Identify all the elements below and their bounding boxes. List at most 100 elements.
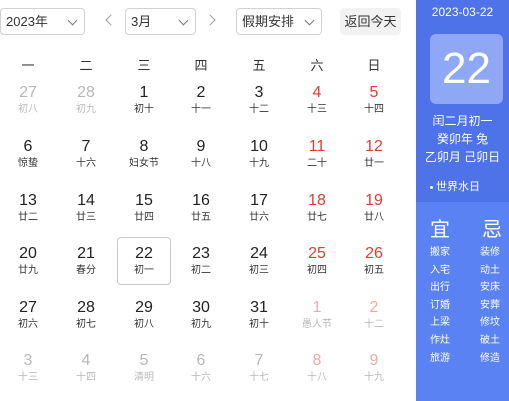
day-number: 11 <box>308 138 326 155</box>
day-number: 27 <box>19 299 37 316</box>
day-cell[interactable]: 15 廿四 <box>117 184 171 232</box>
day-cell[interactable]: 3 十二 <box>232 76 286 124</box>
day-number: 3 <box>23 352 33 369</box>
selected-day-number: 22 <box>430 34 503 104</box>
lunar-label: 初九 <box>76 104 96 115</box>
day-cell[interactable]: 11 二十 <box>290 130 344 178</box>
calendar-grid: 27 初八 28 初九 1 初十 2 十一 3 十二 4 十三 5 十四 6 惊蛰 7 十六 8 妇女节 9 十八 10 十九… <box>0 0 416 401</box>
day-cell[interactable]: 30 初九 <box>174 291 228 339</box>
day-number: 6 <box>196 352 206 369</box>
lunar-label: 初三 <box>249 265 269 276</box>
day-cell[interactable]: 8 十八 <box>290 344 344 392</box>
lunar-label: 初四 <box>307 265 327 276</box>
day-cell[interactable]: 2 十二 <box>347 291 401 339</box>
day-cell[interactable]: 4 十四 <box>59 344 113 392</box>
day-cell[interactable]: 21 春分 <box>59 237 113 285</box>
yi-item: 上梁 <box>430 317 450 329</box>
lunar-label: 十四 <box>76 372 96 383</box>
day-number: 20 <box>19 245 37 262</box>
day-cell[interactable]: 9 十九 <box>347 344 401 392</box>
day-cell[interactable]: 26 初五 <box>347 237 401 285</box>
day-cell[interactable]: 27 初八 <box>1 76 55 124</box>
lunar-label: 廿四 <box>134 212 154 223</box>
day-number: 13 <box>19 192 37 209</box>
day-cell[interactable]: 8 妇女节 <box>117 130 171 178</box>
day-cell[interactable]: 19 廿八 <box>347 184 401 232</box>
lunar-label: 廿八 <box>364 212 384 223</box>
day-cell[interactable]: 28 初九 <box>59 76 113 124</box>
lunar-label: 廿一 <box>364 158 384 169</box>
lunar-label: 十二 <box>249 104 269 115</box>
lunar-label: 妇女节 <box>129 158 159 169</box>
day-cell[interactable]: 31 初十 <box>232 291 286 339</box>
lunar-label: 初八 <box>18 104 38 115</box>
day-cell[interactable]: 18 廿七 <box>290 184 344 232</box>
lunar-label: 初十 <box>249 319 269 330</box>
date-detail-panel: 2023-03-22 22 闰二月初一 癸卯年 兔 乙卯月 己卯日 世界水日 宜… <box>416 0 509 401</box>
ji-item: 动土 <box>480 264 500 276</box>
lunar-label: 初六 <box>18 319 38 330</box>
day-cell[interactable]: 6 惊蛰 <box>1 130 55 178</box>
day-cell[interactable]: 9 十八 <box>174 130 228 178</box>
day-cell[interactable]: 27 初六 <box>1 291 55 339</box>
day-cell[interactable]: 28 初七 <box>59 291 113 339</box>
lunar-label: 十三 <box>18 372 38 383</box>
day-cell[interactable]: 5 十四 <box>347 76 401 124</box>
day-cell[interactable]: 10 十九 <box>232 130 286 178</box>
lunar-label: 十七 <box>249 372 269 383</box>
lunar-label: 初十 <box>134 104 154 115</box>
day-cell[interactable]: 6 十六 <box>174 344 228 392</box>
day-cell[interactable]: 1 初十 <box>117 76 171 124</box>
yi-list: 搬家 入宅 出行 订婚 上梁 作灶 旅游 <box>430 244 460 367</box>
day-number: 23 <box>192 245 210 262</box>
lunar-label: 清明 <box>134 372 154 383</box>
lunar-label: 初九 <box>191 319 211 330</box>
day-cell[interactable]: 4 十三 <box>290 76 344 124</box>
day-number: 4 <box>81 352 91 369</box>
ji-item: 安床 <box>480 282 500 294</box>
ji-title: 忌 <box>482 219 502 241</box>
lunar-label: 十六 <box>76 158 96 169</box>
day-number: 2 <box>196 84 206 101</box>
day-number: 29 <box>135 299 153 316</box>
lunar-label: 惊蛰 <box>18 158 38 169</box>
day-number: 7 <box>254 352 264 369</box>
day-cell[interactable]: 25 初四 <box>290 237 344 285</box>
day-cell[interactable]: 2 十一 <box>174 76 228 124</box>
day-cell[interactable]: 1 愚人节 <box>290 291 344 339</box>
day-cell[interactable]: 23 初二 <box>174 237 228 285</box>
yi-item: 作灶 <box>430 334 450 346</box>
day-cell[interactable]: 14 廿三 <box>59 184 113 232</box>
lunar-label: 廿九 <box>18 265 38 276</box>
day-number: 28 <box>77 299 95 316</box>
lunar-label: 廿六 <box>249 212 269 223</box>
day-cell[interactable]: 20 廿九 <box>1 237 55 285</box>
yi-item: 入宅 <box>430 264 450 276</box>
lunar-label: 廿五 <box>191 212 211 223</box>
lunar-label: 十八 <box>191 158 211 169</box>
lunar-label: 初二 <box>191 265 211 276</box>
day-number: 25 <box>308 245 326 262</box>
day-cell[interactable]: 13 廿二 <box>1 184 55 232</box>
selected-date: 2023-03-22 <box>431 5 494 19</box>
day-number: 30 <box>192 299 210 316</box>
day-number: 8 <box>139 138 149 155</box>
day-cell[interactable]: 7 十七 <box>232 344 286 392</box>
day-cell[interactable]: 7 十六 <box>59 130 113 178</box>
day-cell[interactable]: 12 廿一 <box>347 130 401 178</box>
lunar-year: 癸卯年 兔 <box>436 132 489 146</box>
lunar-label: 十九 <box>249 158 269 169</box>
lunar-label: 廿三 <box>76 212 96 223</box>
day-cell[interactable]: 24 初三 <box>232 237 286 285</box>
lunar-label: 廿二 <box>18 212 38 223</box>
day-cell[interactable]: 5 清明 <box>117 344 171 392</box>
day-number: 1 <box>312 299 322 316</box>
day-cell[interactable]: 17 廿六 <box>232 184 286 232</box>
lunar-label: 十二 <box>364 319 384 330</box>
day-cell[interactable]: 3 十三 <box>1 344 55 392</box>
day-cell-selected[interactable]: 22 初一 <box>117 237 171 285</box>
day-number: 26 <box>365 245 383 262</box>
day-cell[interactable]: 29 初八 <box>117 291 171 339</box>
day-number: 19 <box>365 192 383 209</box>
day-cell[interactable]: 16 廿五 <box>174 184 228 232</box>
